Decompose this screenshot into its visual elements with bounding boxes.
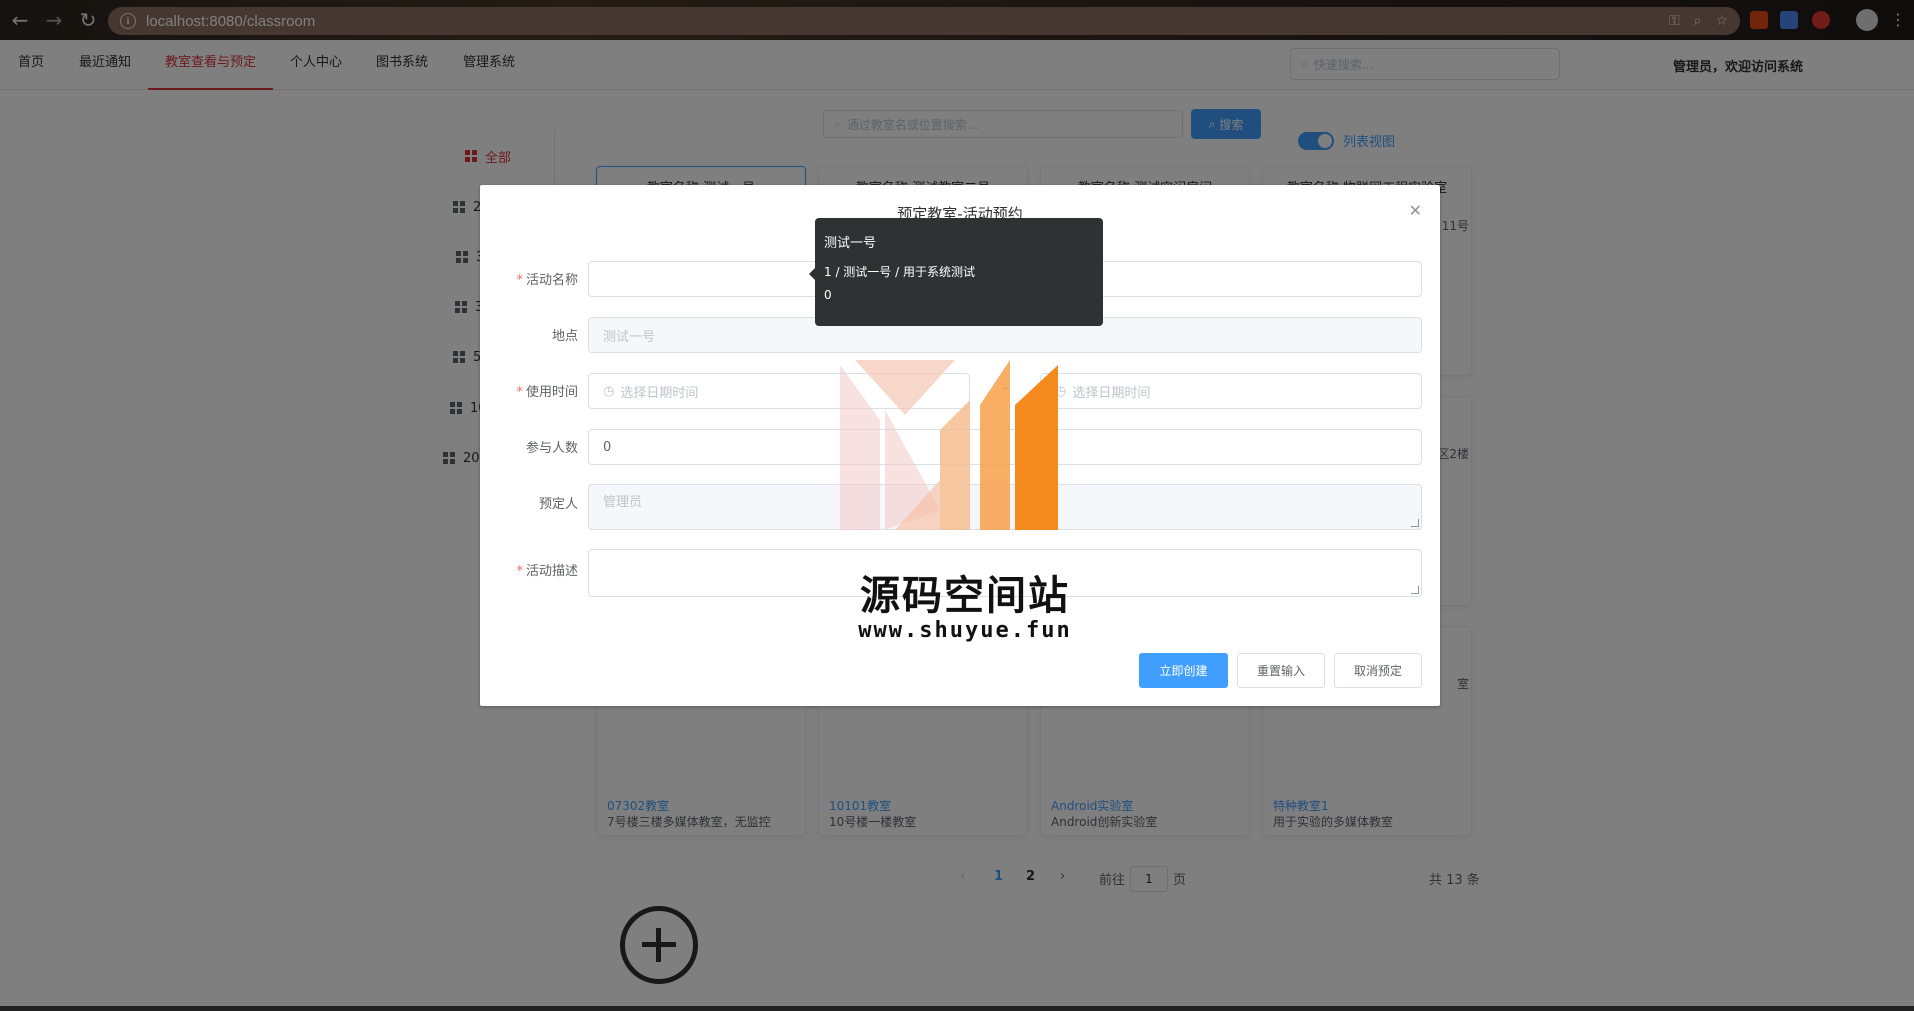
booker-value: 管理员: [603, 495, 643, 510]
close-icon[interactable]: ✕: [1409, 201, 1422, 220]
clock-icon: ◷: [603, 383, 615, 399]
cancel-booking-button[interactable]: 取消预定: [1334, 653, 1422, 688]
end-datetime-picker[interactable]: ◷ 选择日期时间: [1040, 373, 1422, 409]
classroom-tooltip: 测试一号 1 / 测试一号 / 用于系统测试 0: [809, 218, 1103, 326]
booker-label: 预定人: [538, 497, 578, 512]
tooltip-title: 测试一号: [824, 236, 877, 251]
tooltip-line2: 0: [824, 288, 832, 302]
resize-handle-icon[interactable]: [1411, 586, 1419, 594]
reset-button[interactable]: 重置输入: [1237, 653, 1325, 688]
tooltip-line1: 1 / 测试一号 / 用于系统测试: [824, 265, 975, 279]
watermark-text: 源码空间站: [860, 573, 1070, 619]
start-datetime-placeholder: 选择日期时间: [620, 385, 699, 401]
watermark-url: www.shuyue.fun: [858, 618, 1072, 643]
resize-handle-icon[interactable]: [1411, 519, 1419, 527]
activity-name-label: * 活动名称: [516, 273, 578, 288]
time-label: * 使用时间: [516, 385, 578, 400]
participants-label: 参与人数: [525, 441, 578, 456]
description-label: * 活动描述: [516, 564, 578, 579]
taskbar-strip: [0, 1006, 1914, 1011]
create-button[interactable]: 立即创建: [1139, 653, 1228, 688]
location-label: 地点: [551, 329, 578, 344]
